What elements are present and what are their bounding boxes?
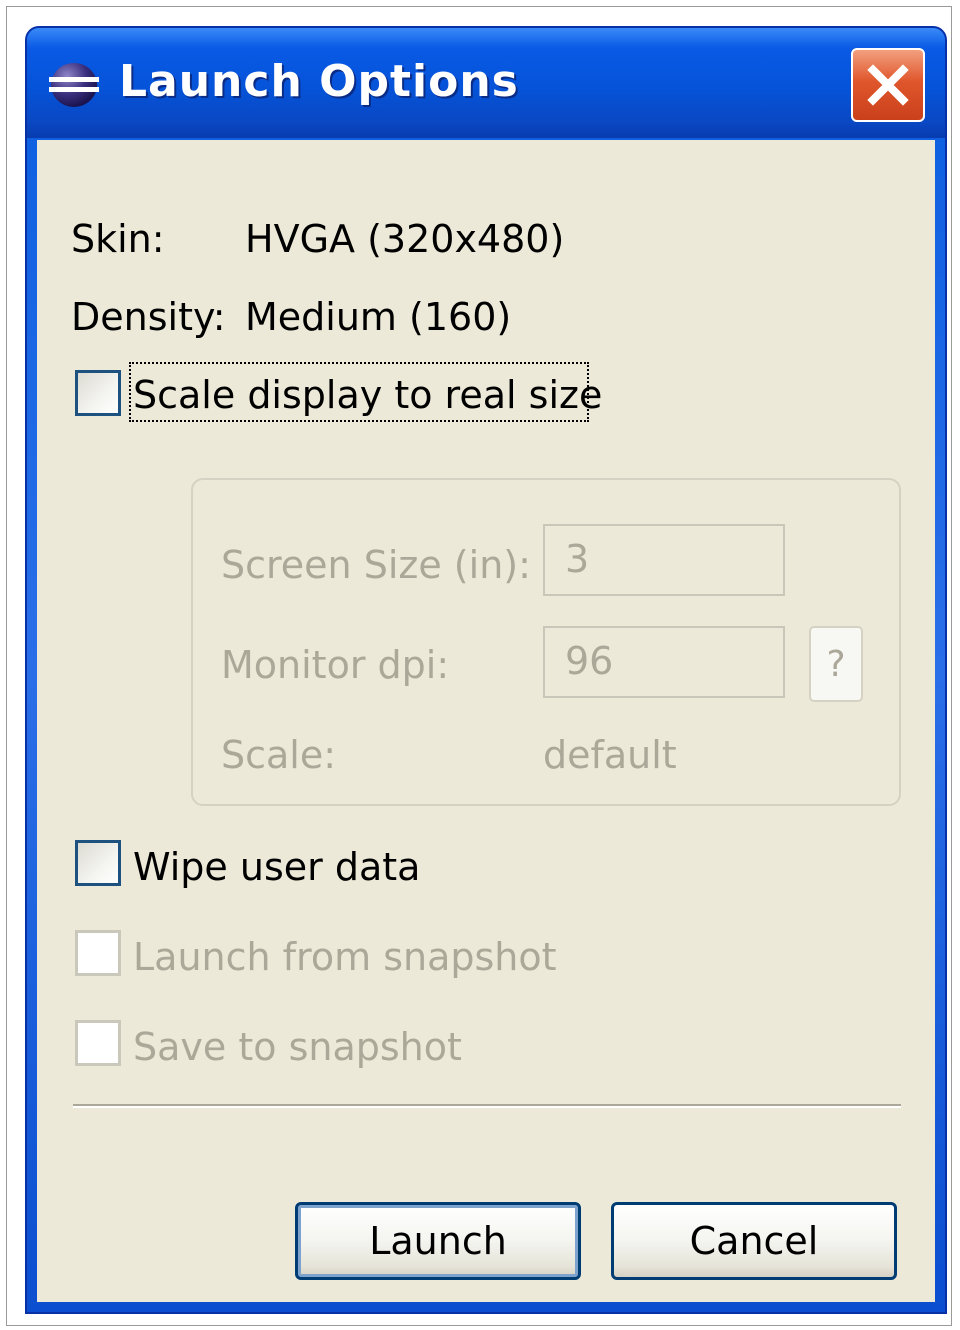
density-value: Medium (160) [245,295,512,339]
close-button[interactable] [851,48,925,122]
launch-button[interactable]: Launch [295,1202,581,1280]
skin-label: Skin: [71,217,165,261]
dialog-body: Skin: HVGA (320x480) Density: Medium (16… [37,140,935,1302]
scale-value: default [543,733,677,777]
close-icon [867,64,909,106]
scale-label: Scale: [221,733,337,777]
monitor-dpi-input[interactable]: 96 [543,626,785,698]
wipe-user-data-label[interactable]: Wipe user data [133,848,420,886]
density-label: Density: [71,295,226,339]
wipe-user-data-checkbox[interactable] [75,840,121,886]
launch-from-snapshot-label: Launch from snapshot [133,935,557,979]
save-to-snapshot-label: Save to snapshot [133,1025,462,1069]
eclipse-icon [49,63,99,107]
screen-size-input[interactable]: 3 [543,524,785,596]
skin-value: HVGA (320x480) [245,217,565,261]
save-to-snapshot-checkbox [75,1020,121,1066]
scale-display-label[interactable]: Scale display to real size [133,376,602,414]
cancel-button[interactable]: Cancel [611,1202,897,1280]
title-bar[interactable]: Launch Options [27,28,945,138]
screen-size-label: Screen Size (in): [221,543,531,587]
monitor-dpi-label: Monitor dpi: [221,643,450,687]
launch-from-snapshot-checkbox [75,930,121,976]
dialog-title: Launch Options [119,56,519,107]
dpi-help-button[interactable]: ? [809,626,863,702]
launch-options-dialog: Launch Options Skin: HVGA (320x480) Dens… [25,26,947,1314]
scale-display-checkbox[interactable] [75,370,121,416]
separator-line [73,1104,901,1108]
